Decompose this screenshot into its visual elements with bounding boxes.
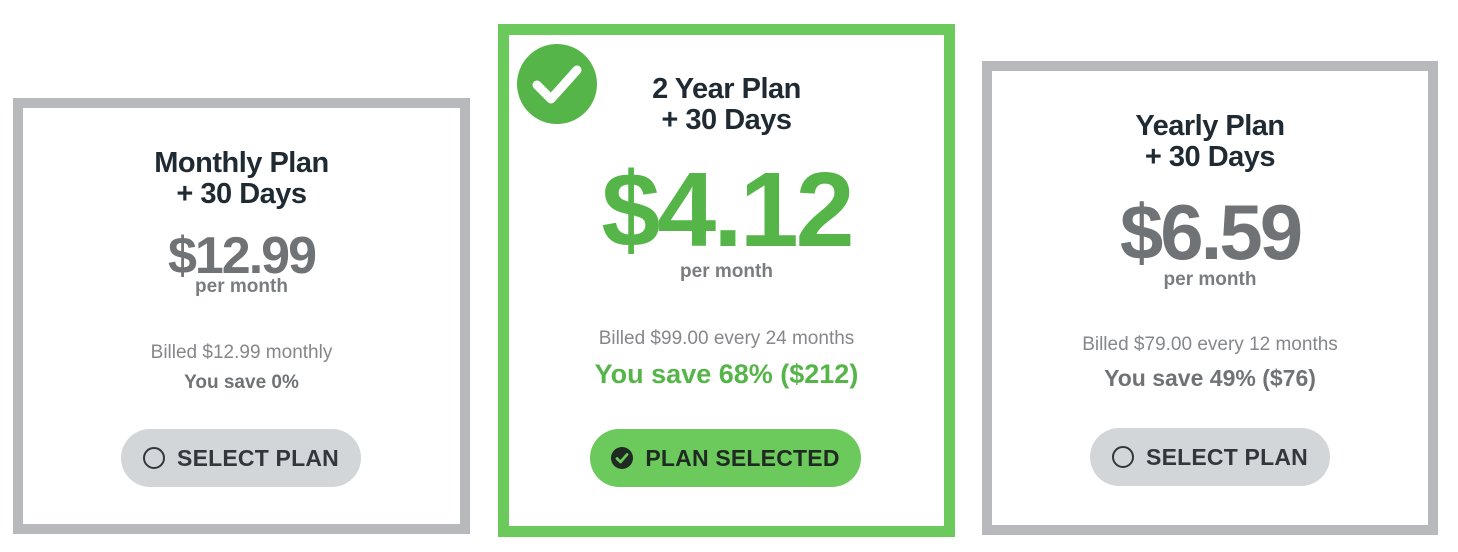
billing-info: Billed $79.00 every 12 months xyxy=(1082,334,1338,355)
check-circle-icon xyxy=(611,447,634,469)
plan-price: $6.59 xyxy=(1119,188,1303,276)
select-plan-button[interactable]: SELECT PLAN xyxy=(1090,428,1330,486)
plan-title-line2: + 30 Days xyxy=(1144,141,1276,173)
savings-text: You save 0% xyxy=(184,372,299,393)
select-plan-button[interactable]: SELECT PLAN xyxy=(121,429,361,487)
plan-title: Yearly Plan + 30 Days xyxy=(992,111,1428,173)
savings-text: You save 68% ($212) xyxy=(594,359,859,389)
select-plan-label: SELECT PLAN xyxy=(1146,443,1308,470)
plan-title-line1: Monthly Plan xyxy=(154,147,329,179)
radio-empty-icon xyxy=(143,447,166,469)
radio-empty-icon xyxy=(1112,446,1135,468)
plan-price: $4.12 xyxy=(601,151,854,269)
billing-info: Billed $99.00 every 24 months xyxy=(598,328,855,349)
pricing-plans: Monthly Plan + 30 Days $12.99 per month … xyxy=(0,0,1458,552)
checkmark-badge-icon xyxy=(517,44,597,124)
plan-selected-label: PLAN SELECTED xyxy=(645,444,840,471)
plan-selected-button[interactable]: PLAN SELECTED xyxy=(590,429,861,487)
plan-card-monthly[interactable]: Monthly Plan + 30 Days $12.99 per month … xyxy=(13,98,470,534)
price-period: per month xyxy=(680,261,773,282)
plan-card-yearly[interactable]: Yearly Plan + 30 Days $6.59 per month Bi… xyxy=(982,61,1438,535)
billing-info: Billed $12.99 monthly xyxy=(150,342,333,363)
plan-title-line2: + 30 Days xyxy=(176,178,307,210)
plan-title-line1: Yearly Plan xyxy=(1135,110,1285,142)
price-period: per month xyxy=(1163,269,1257,290)
plan-title: Monthly Plan + 30 Days xyxy=(23,148,460,210)
select-plan-label: SELECT PLAN xyxy=(177,444,339,471)
savings-text: You save 49% ($76) xyxy=(1104,365,1316,391)
price-period: per month xyxy=(195,276,288,297)
